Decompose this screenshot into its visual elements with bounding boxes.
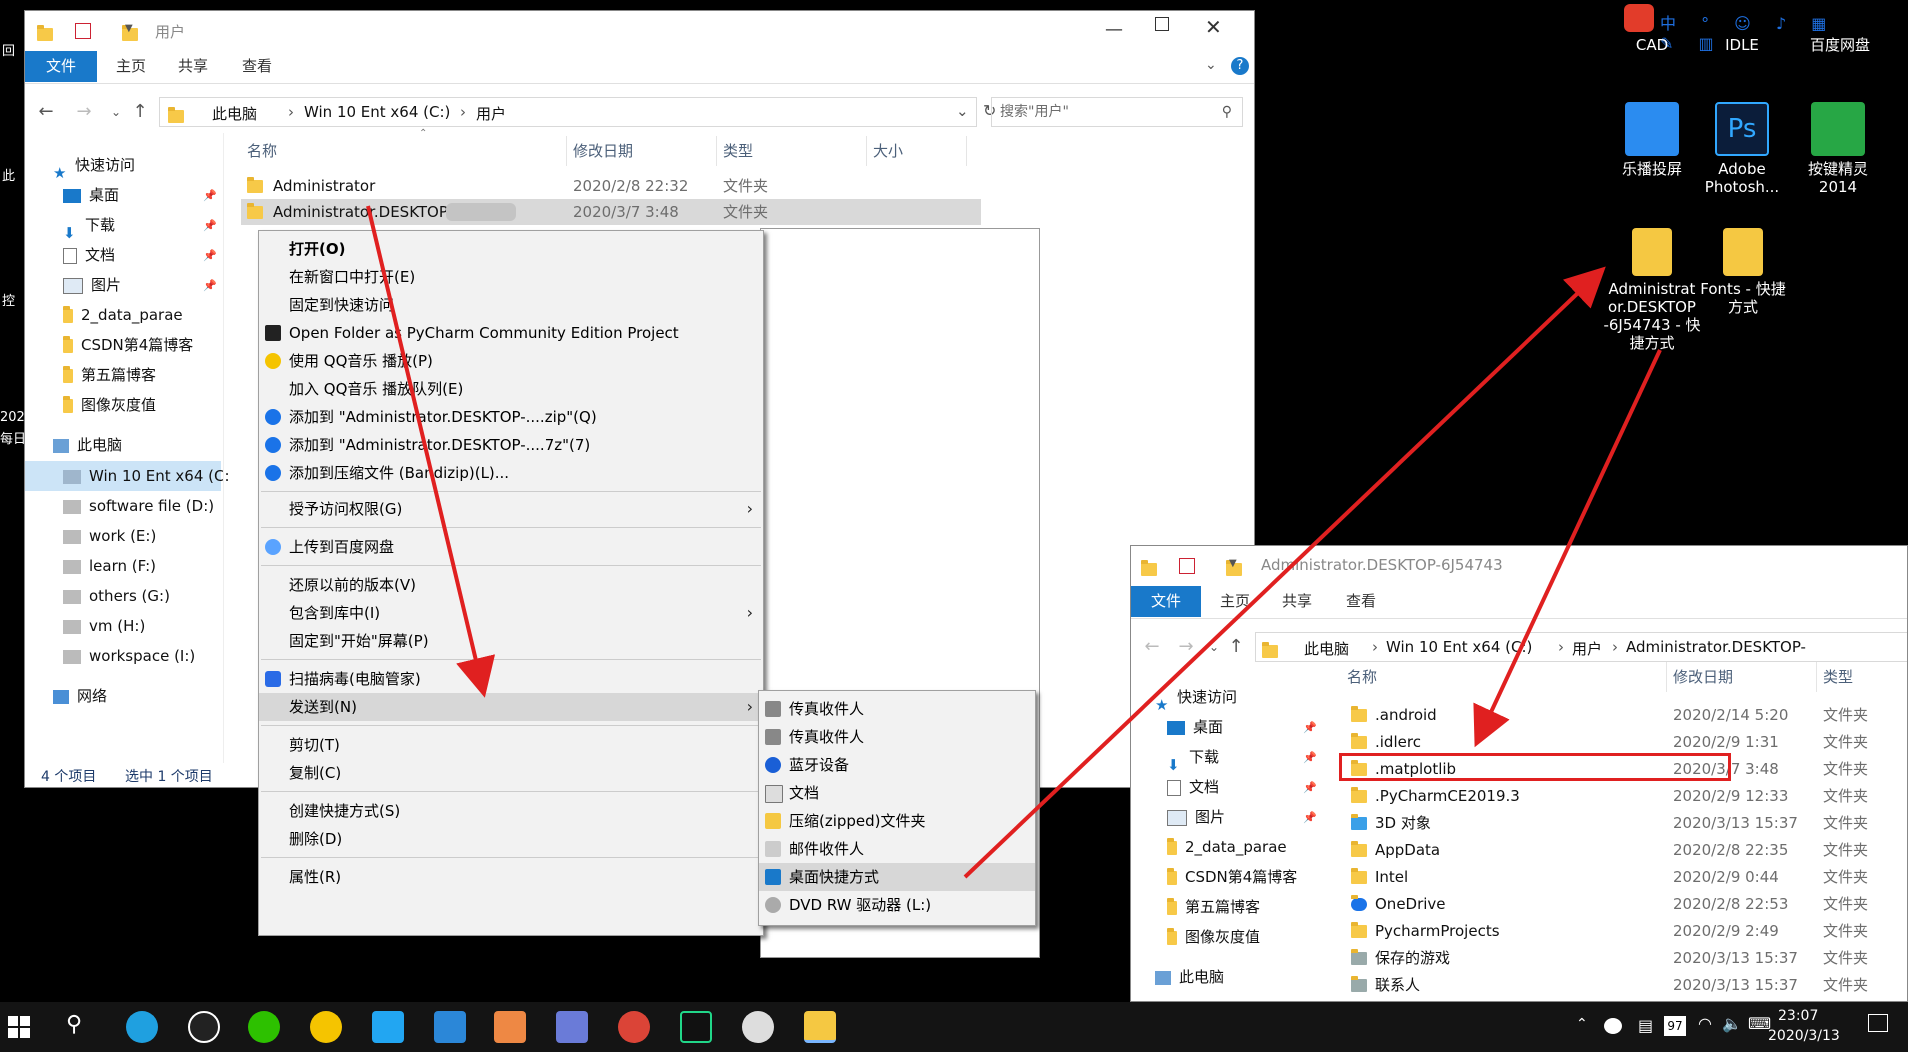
- tray-badge[interactable]: 97: [1664, 1016, 1686, 1036]
- tray-app-icon[interactable]: ▤: [1638, 1016, 1653, 1035]
- volume-icon[interactable]: 🔈: [1722, 1014, 1742, 1033]
- notepad-icon[interactable]: [434, 1011, 466, 1043]
- media-player-icon[interactable]: [372, 1011, 404, 1043]
- app-icon[interactable]: [494, 1011, 526, 1043]
- pycharm-icon[interactable]: [680, 1011, 712, 1043]
- wechat-tray-icon[interactable]: [1604, 1018, 1622, 1034]
- clock-date[interactable]: 2020/3/13: [1768, 1028, 1840, 1044]
- clock-time[interactable]: 23:07: [1778, 1008, 1818, 1024]
- arrow-to-send-to: [366, 205, 496, 698]
- chrome-icon[interactable]: [618, 1011, 650, 1043]
- windows-logo-icon: [8, 1016, 18, 1026]
- windows-logo-pane: [8, 1028, 18, 1038]
- windows-logo-pane: [20, 1016, 30, 1026]
- clock-app-icon[interactable]: [742, 1011, 774, 1043]
- arrow-to-matplotlib: [1473, 349, 1662, 748]
- annotation-arrows: [366, 205, 1662, 879]
- wifi-icon[interactable]: ◠: [1698, 1014, 1712, 1033]
- windows-logo-pane: [20, 1028, 30, 1038]
- feishu-icon[interactable]: [556, 1011, 588, 1043]
- tray-expand-icon[interactable]: ⌃: [1576, 1016, 1588, 1032]
- arrow-to-desktop-shortcut: [963, 266, 1606, 879]
- notification-icon[interactable]: [1868, 1014, 1888, 1032]
- taskbar: ⚲ ⌃ ▤ 97 ◠ 🔈 ⌨ 23:07 2020/3/13: [0, 1002, 1908, 1052]
- qqmusic-icon[interactable]: [310, 1011, 342, 1043]
- ie-icon[interactable]: [126, 1011, 158, 1043]
- qq-icon[interactable]: [188, 1011, 220, 1043]
- search-icon[interactable]: ⚲: [66, 1012, 82, 1037]
- wechat-icon[interactable]: [248, 1011, 280, 1043]
- start-button[interactable]: [8, 1016, 30, 1038]
- file-explorer-icon[interactable]: [804, 1011, 836, 1043]
